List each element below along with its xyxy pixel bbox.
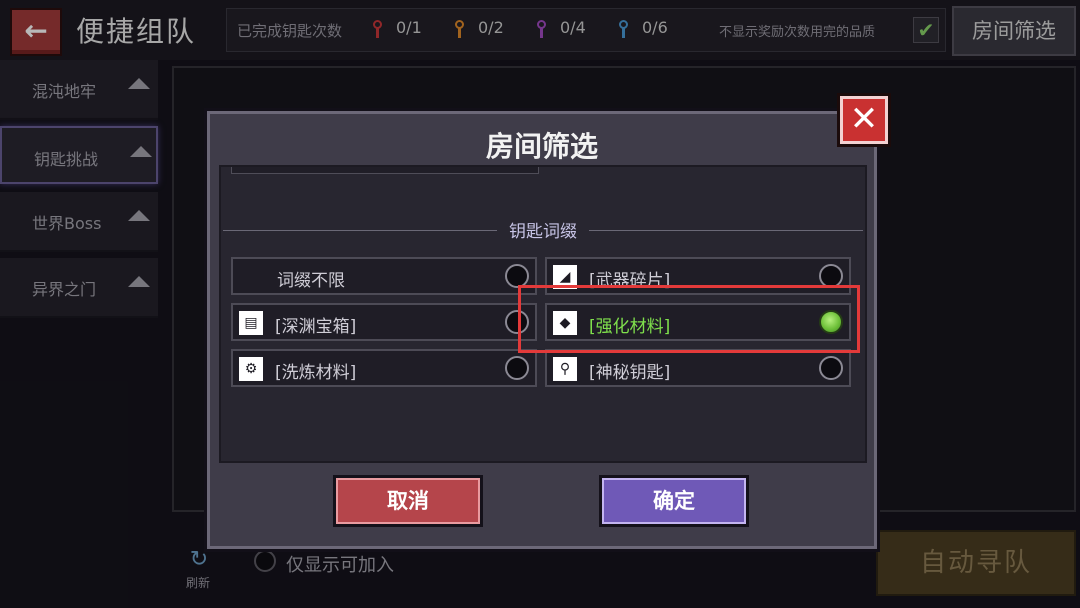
highlight-box bbox=[518, 285, 860, 353]
close-button[interactable]: ✕ bbox=[837, 93, 891, 147]
chest-icon: ▤ bbox=[239, 311, 263, 335]
option-any-affix[interactable]: 词缀不限 bbox=[231, 257, 537, 295]
option-radio[interactable] bbox=[505, 356, 529, 380]
mystery-key-icon: ⚲ bbox=[553, 357, 577, 381]
confirm-button[interactable]: 确定 bbox=[599, 475, 749, 527]
option-abyss-chest[interactable]: ▤ [深渊宝箱] bbox=[231, 303, 537, 341]
close-icon: ✕ bbox=[849, 99, 879, 139]
option-radio[interactable] bbox=[819, 356, 843, 380]
dialog-title: 房间筛选 bbox=[485, 130, 598, 163]
option-mystery-key[interactable]: ⚲ [神秘钥匙] bbox=[545, 349, 851, 387]
section-label-text: 钥匙词缀 bbox=[497, 222, 589, 242]
option-label: [洗炼材料] bbox=[275, 363, 357, 383]
scrolled-option-row bbox=[231, 167, 539, 174]
option-label: [神秘钥匙] bbox=[589, 363, 671, 383]
option-label: 词缀不限 bbox=[277, 271, 345, 291]
section-label: 钥匙词缀 bbox=[221, 217, 865, 242]
cancel-button[interactable]: 取消 bbox=[333, 475, 483, 527]
option-label: [深渊宝箱] bbox=[275, 317, 357, 337]
refine-material-icon: ⚙ bbox=[239, 357, 263, 381]
option-refine-material[interactable]: ⚙ [洗炼材料] bbox=[231, 349, 537, 387]
